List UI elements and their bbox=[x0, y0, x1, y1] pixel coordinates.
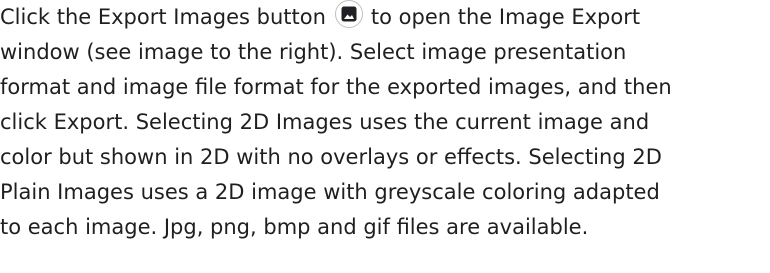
text-line-2: window (see image to the right). Select … bbox=[0, 40, 627, 64]
text-line-5: color but shown in 2D with no overlays o… bbox=[0, 145, 662, 169]
text-line-4: click Export. Selecting 2D Images uses t… bbox=[0, 110, 650, 134]
text-line-3: format and image file format for the exp… bbox=[0, 75, 672, 99]
text-before-icon: Click the Export Images button bbox=[0, 5, 326, 29]
text-after-icon: to open the Image Export bbox=[370, 5, 641, 29]
export-images-icon bbox=[334, 0, 363, 28]
image-icon-glyph bbox=[341, 6, 357, 22]
text-line-6: Plain Images uses a 2D image with greysc… bbox=[0, 180, 660, 204]
instruction-paragraph: Click the Export Images button to open th… bbox=[0, 0, 770, 273]
text-line-7: to each image. Jpg, png, bmp and gif fil… bbox=[0, 215, 589, 239]
text-line-1: Click the Export Images button to open th… bbox=[0, 0, 640, 34]
